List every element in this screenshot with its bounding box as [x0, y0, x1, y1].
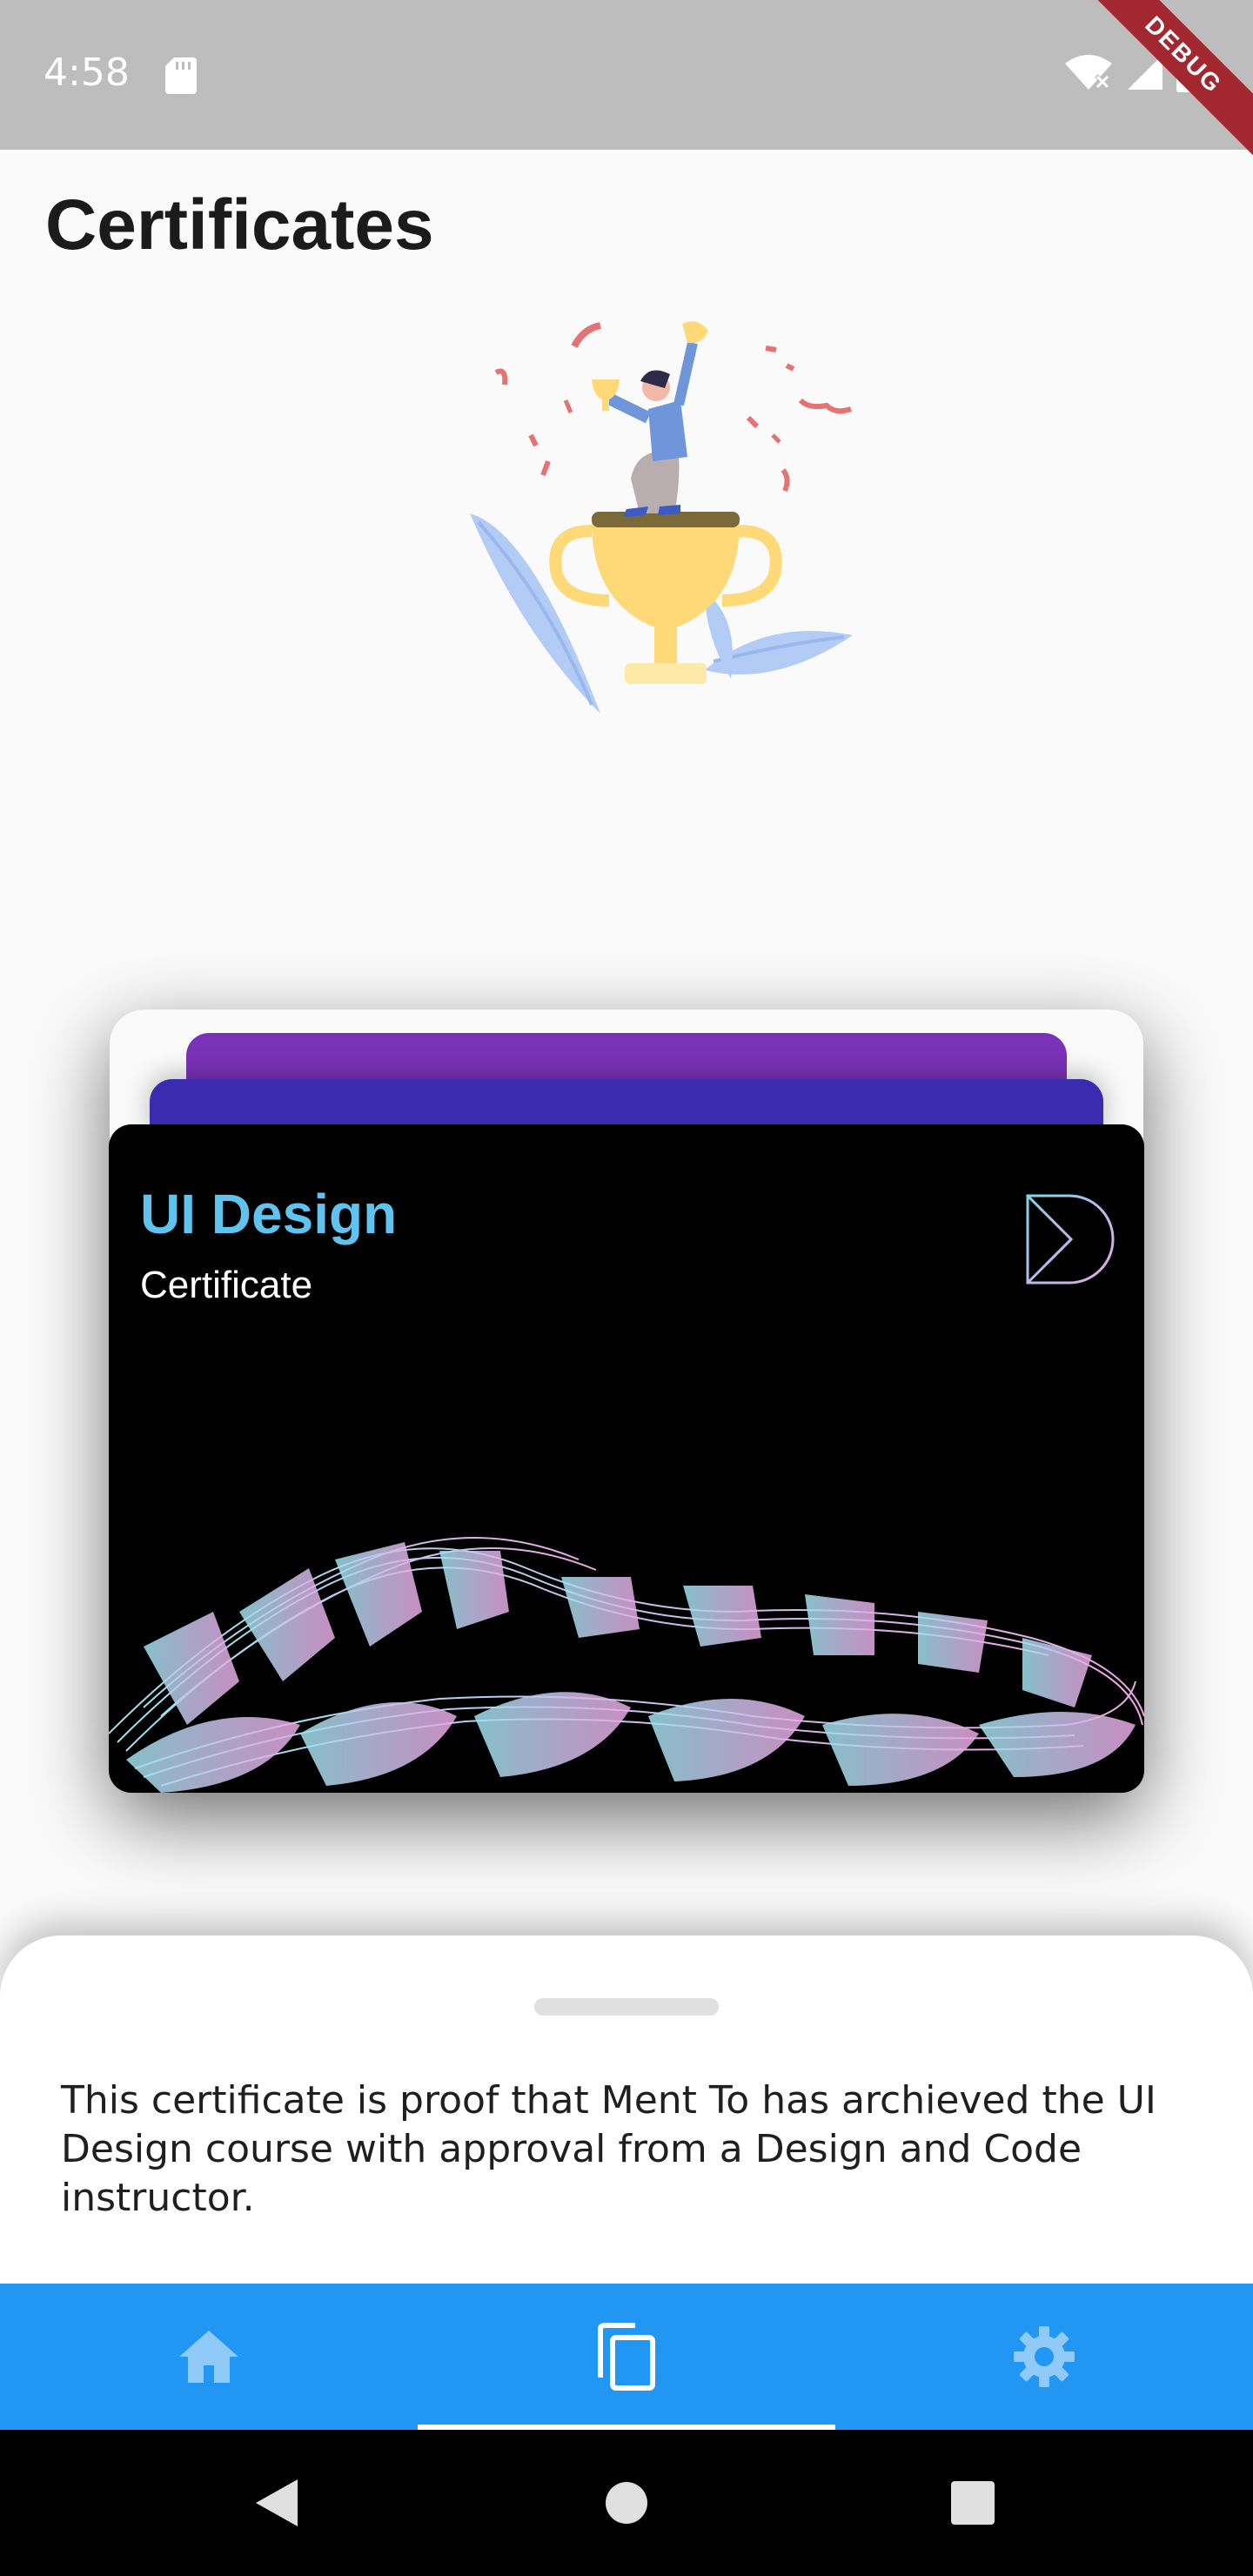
recents-icon: [951, 2481, 995, 2525]
wifi-off-icon: [1065, 55, 1112, 90]
trophy-illustration: [470, 321, 853, 714]
sd-card-icon: [165, 57, 197, 94]
back-icon: [256, 2479, 298, 2526]
tab-settings[interactable]: [835, 2284, 1253, 2430]
status-time: 4:58: [44, 50, 130, 95]
system-back-button[interactable]: [224, 2430, 329, 2576]
certificate-subtitle: Certificate: [140, 1264, 313, 1306]
tab-home[interactable]: [0, 2284, 418, 2430]
certificates-screen: 4:58 DEBUG Certificates UI Design Certif…: [0, 0, 1253, 2576]
page-title: Certificates: [45, 185, 434, 265]
brand-logo-icon: [1026, 1194, 1115, 1285]
certificate-title: UI Design: [140, 1183, 398, 1245]
certificate-art: [109, 1537, 1144, 1793]
copy-icon: [598, 2323, 655, 2391]
certificate-description: This certificate is proof that Ment To h…: [61, 2078, 1156, 2220]
system-navigation-bar: [0, 2430, 1253, 2576]
sheet-drag-handle[interactable]: [534, 1998, 719, 2016]
home-circle-icon: [606, 2482, 647, 2524]
status-bar: 4:58 DEBUG: [0, 0, 1253, 163]
bottom-sheet[interactable]: This certificate is proof that Ment To h…: [0, 1935, 1253, 2284]
bottom-navigation: [0, 2284, 1253, 2430]
home-icon: [179, 2331, 238, 2383]
system-recents-button[interactable]: [921, 2430, 1025, 2576]
certificate-card[interactable]: UI Design Certificate: [109, 1124, 1144, 1793]
system-home-button[interactable]: [574, 2430, 679, 2576]
tab-certificates[interactable]: [418, 2284, 835, 2430]
gear-icon: [1014, 2326, 1075, 2387]
